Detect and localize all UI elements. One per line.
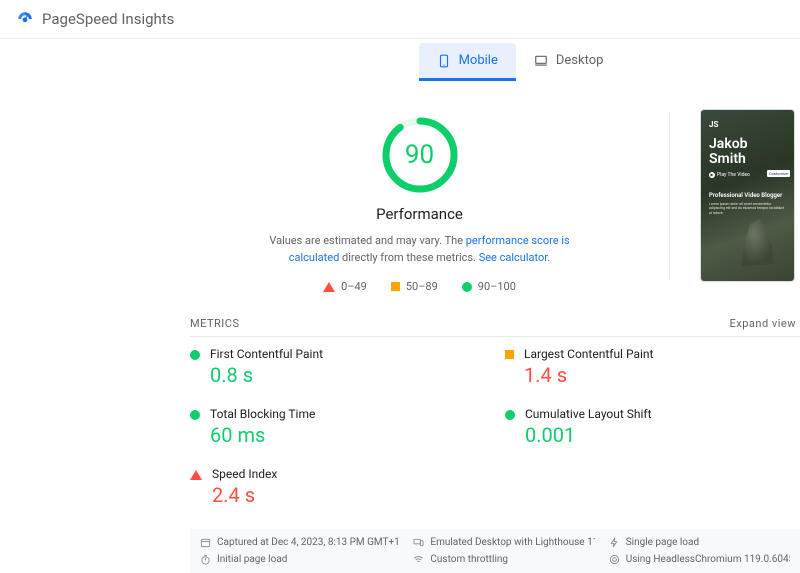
screenshot-column: JS JakobSmith Play The Video Customize P…	[690, 101, 800, 293]
footer-single: Single page load	[609, 537, 790, 548]
circle-green-icon	[190, 350, 200, 360]
performance-label: Performance	[190, 205, 649, 223]
calendar-icon	[200, 537, 211, 548]
desc-text: Values are estimated and may vary. The	[269, 234, 465, 247]
metric-name: Cumulative Layout Shift	[525, 407, 652, 421]
metric-value: 2.4 s	[212, 483, 277, 507]
wifi-icon	[413, 554, 424, 565]
environment-footer: Captured at Dec 4, 2023, 8:13 PM GMT+13 …	[190, 529, 800, 573]
metric-tbt: Total Blocking Time 60 ms	[190, 397, 485, 457]
legend-red-label: 0–49	[341, 280, 367, 293]
legend-green-label: 90–100	[478, 280, 516, 293]
footer-text: Single page load	[626, 537, 699, 548]
tab-mobile-label: Mobile	[459, 53, 498, 68]
preview-figure	[738, 219, 778, 269]
legend-orange: 50–89	[391, 280, 438, 293]
circle-green-icon	[190, 410, 200, 420]
expand-view-link[interactable]: Expand view	[730, 317, 796, 330]
page-screenshot-thumbnail: JS JakobSmith Play The Video Customize P…	[700, 109, 795, 282]
footer-text: Captured at Dec 4, 2023, 8:13 PM GMT+13	[217, 537, 399, 548]
metric-lcp: Largest Contentful Paint 1.4 s	[505, 337, 800, 397]
preview-logo: JS	[709, 120, 786, 129]
footer-text: Emulated Desktop with Lighthouse 11.0.0	[430, 537, 594, 548]
see-calculator-link[interactable]: See calculator.	[479, 251, 551, 264]
tab-desktop[interactable]: Desktop	[516, 43, 622, 81]
score-value: 90	[405, 140, 434, 170]
pagespeed-logo-icon	[16, 10, 34, 28]
legend-green: 90–100	[462, 280, 516, 293]
preview-lorem: Lorem ipsum dolor sit amet consectetur a…	[709, 202, 786, 216]
footer-captured: Captured at Dec 4, 2023, 8:13 PM GMT+13	[200, 537, 399, 548]
desktop-icon	[534, 54, 548, 68]
footer-text: Custom throttling	[430, 554, 508, 565]
metrics-header: METRICS Expand view	[190, 311, 800, 337]
score-legend: 0–49 50–89 90–100	[190, 280, 649, 293]
footer-text: Initial page load	[217, 554, 287, 565]
metric-name: Largest Contentful Paint	[524, 347, 653, 361]
preview-badge: Customize	[767, 170, 790, 177]
metric-fcp: First Contentful Paint 0.8 s	[190, 337, 485, 397]
metric-value: 0.001	[525, 423, 652, 447]
legend-red: 0–49	[323, 280, 367, 293]
metric-name: First Contentful Paint	[210, 347, 323, 361]
mobile-icon	[437, 54, 451, 68]
metrics-section: METRICS Expand view First Contentful Pai…	[0, 311, 800, 517]
preview-name: JakobSmith	[709, 137, 786, 168]
metric-value: 1.4 s	[524, 363, 653, 387]
app-header: PageSpeed Insights	[0, 0, 800, 39]
footer-emulated: Emulated Desktop with Lighthouse 11.0.0	[413, 537, 594, 548]
chrome-icon	[609, 554, 620, 565]
vertical-divider	[669, 111, 670, 281]
bolt-icon	[609, 537, 620, 548]
tab-desktop-label: Desktop	[556, 53, 604, 68]
summary-row: 90 Performance Values are estimated and …	[0, 81, 800, 293]
metric-cls: Cumulative Layout Shift 0.001	[505, 397, 800, 457]
metric-si: Speed Index 2.4 s	[190, 457, 485, 517]
metric-name: Total Blocking Time	[210, 407, 315, 421]
triangle-red-icon	[190, 470, 202, 480]
devices-icon	[413, 537, 424, 548]
performance-description: Values are estimated and may vary. The p…	[250, 233, 590, 266]
square-orange-icon	[391, 282, 400, 291]
footer-chromium: Using HeadlessChromium 119.0.6045.159 wi…	[609, 554, 790, 565]
circle-green-icon	[462, 282, 472, 292]
square-orange-icon	[505, 350, 514, 359]
device-tabs: Mobile Desktop	[240, 39, 800, 81]
metric-value: 60 ms	[210, 423, 315, 447]
footer-throttling: Custom throttling	[413, 554, 594, 565]
triangle-red-icon	[323, 282, 335, 292]
metric-value: 0.8 s	[210, 363, 323, 387]
legend-orange-label: 50–89	[406, 280, 438, 293]
metrics-grid: First Contentful Paint 0.8 s Largest Con…	[190, 337, 800, 517]
score-column: 90 Performance Values are estimated and …	[190, 101, 649, 293]
footer-initial: Initial page load	[200, 554, 399, 565]
performance-gauge: 90	[380, 115, 460, 195]
app-title: PageSpeed Insights	[42, 10, 174, 28]
tab-mobile[interactable]: Mobile	[419, 43, 516, 81]
metrics-title: METRICS	[190, 317, 240, 330]
preview-tag: Professional Video Blogger	[709, 192, 786, 199]
timer-icon	[200, 554, 211, 565]
footer-text: Using HeadlessChromium 119.0.6045.159 wi…	[626, 554, 790, 565]
desc-text: directly from these metrics.	[339, 251, 478, 264]
metric-name: Speed Index	[212, 467, 277, 481]
circle-green-icon	[505, 410, 515, 420]
